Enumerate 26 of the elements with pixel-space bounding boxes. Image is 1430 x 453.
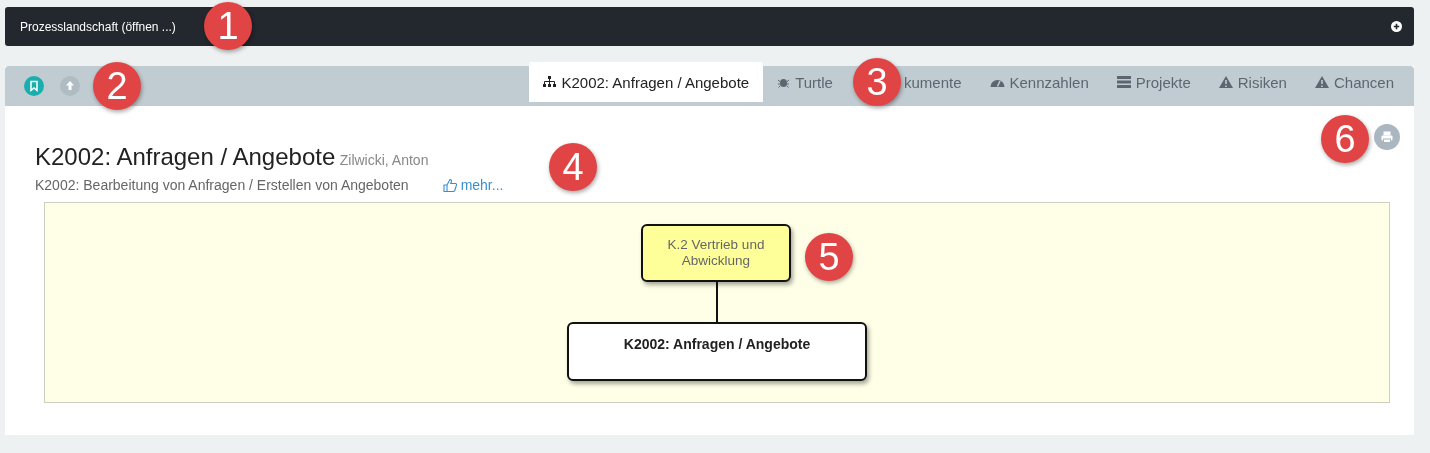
warning-icon [1314,76,1329,88]
bug-icon [777,76,791,88]
tab[interactable]: kumente [900,62,976,102]
plus-icon[interactable] [1391,21,1402,32]
tab[interactable]: Kennzahlen [975,62,1103,102]
page-title: K2002: Anfragen / Angebote [35,143,336,170]
sitemap-icon [543,76,557,88]
process-node[interactable]: K2002: Anfragen / Angebote [567,322,867,381]
tab[interactable]: Projekte [1102,62,1205,102]
print-button[interactable] [1374,124,1400,150]
thumbs-up-icon [442,178,457,192]
parent-process-node[interactable]: K.2 Vertrieb und Abwicklung [641,224,791,282]
tab[interactable]: Turtle [763,62,847,102]
top-bar-title[interactable]: Prozesslandschaft (öffnen ...) [20,19,176,34]
description: K2002: Bearbeitung von Anfragen / Erstellen von Angeboten [35,177,409,193]
number-callout: 1 [204,2,252,50]
tab[interactable]: Chancen [1300,62,1408,102]
up-arrow-button[interactable] [60,76,80,96]
number-callout: 3 [852,58,901,106]
tab[interactable]: Risiken [1204,62,1301,102]
more-link[interactable]: mehr... [442,177,504,193]
bookmark-button[interactable] [24,76,44,96]
list-icon [1116,76,1131,88]
owner-name: Zilwicki, Anton [339,152,429,168]
warning-icon [1218,76,1233,88]
tab[interactable]: K2002: Anfragen / Angebote [529,62,764,102]
